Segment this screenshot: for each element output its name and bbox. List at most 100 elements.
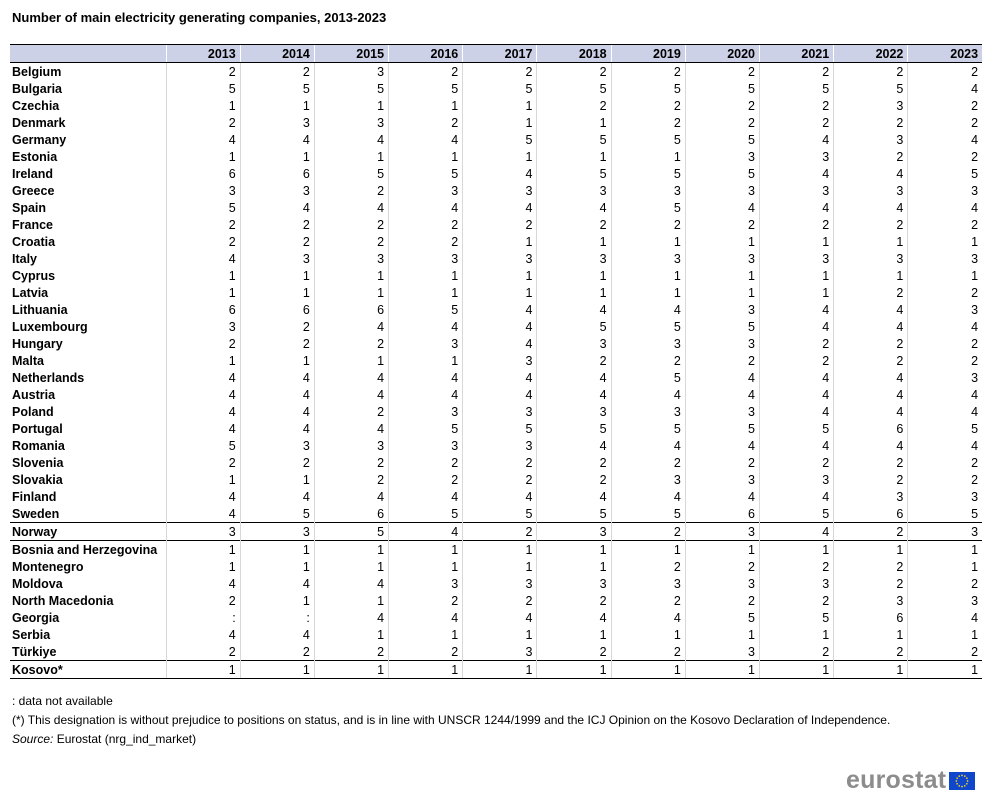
table-row: Bosnia and Herzegovina 1 1 1 1 1 1 1 1 1 1 1 <box>10 540 983 558</box>
value-cell: 1 <box>388 97 463 114</box>
column-header-2015: 2015 <box>313 44 389 63</box>
value-cell: 1 <box>684 284 760 301</box>
value-cell: 3 <box>165 318 241 335</box>
value-cell: 1 <box>684 626 760 643</box>
value-cell: 4 <box>165 403 241 420</box>
value-cell: 3 <box>684 522 760 541</box>
table-row: Czechia 1 1 1 1 1 2 2 2 2 3 2 <box>10 97 983 114</box>
value-cell: 5 <box>610 165 686 182</box>
value-cell: 1 <box>462 114 537 131</box>
value-cell: 6 <box>833 420 908 437</box>
value-cell: 2 <box>536 592 612 609</box>
value-cell: 2 <box>758 454 834 471</box>
value-cell: 4 <box>610 386 686 403</box>
value-cell: 1 <box>239 592 315 609</box>
table-row: Luxembourg 3 2 4 4 4 5 5 5 4 4 4 <box>10 318 983 335</box>
value-cell: 1 <box>536 148 612 165</box>
table-row: Romania 5 3 3 3 3 4 4 4 4 4 4 <box>10 437 983 454</box>
value-cell: 5 <box>388 420 463 437</box>
value-cell: 3 <box>833 131 908 148</box>
value-cell: 5 <box>536 505 612 523</box>
value-cell: 3 <box>536 250 612 267</box>
value-cell: 3 <box>165 182 241 199</box>
value-cell: 2 <box>610 454 686 471</box>
value-cell: 3 <box>907 488 983 505</box>
value-cell: 4 <box>758 301 834 318</box>
value-cell: 3 <box>758 250 834 267</box>
value-cell: 4 <box>907 437 983 454</box>
value-cell: 2 <box>388 233 463 250</box>
value-cell: 2 <box>462 454 537 471</box>
table-row: Spain 5 4 4 4 4 4 5 4 4 4 4 <box>10 199 983 216</box>
flag-star <box>966 782 968 785</box>
value-cell: 2 <box>165 643 241 661</box>
chart-title: Number of main electricity generating co… <box>12 10 387 25</box>
value-cell: 2 <box>165 454 241 471</box>
value-cell: 3 <box>239 250 315 267</box>
table-row: Germany 4 4 4 4 5 5 5 5 4 3 4 <box>10 131 983 148</box>
country-label: Georgia <box>12 610 60 625</box>
table-row: Montenegro 1 1 1 1 1 1 2 2 2 2 1 <box>10 558 983 575</box>
value-cell: 2 <box>907 62 983 80</box>
value-cell: 4 <box>462 488 537 505</box>
value-cell: 5 <box>165 437 241 454</box>
value-cell: 3 <box>313 437 389 454</box>
value-cell: 1 <box>165 660 241 679</box>
value-cell: 2 <box>684 62 760 80</box>
value-cell: 2 <box>610 216 686 233</box>
value-cell: 2 <box>239 318 315 335</box>
value-cell: 4 <box>165 386 241 403</box>
value-cell: 1 <box>536 284 612 301</box>
value-cell: 3 <box>462 250 537 267</box>
value-cell: 1 <box>462 233 537 250</box>
value-cell: 4 <box>610 301 686 318</box>
value-cell: 4 <box>610 609 686 626</box>
value-cell: 4 <box>165 250 241 267</box>
value-cell: 2 <box>907 335 983 352</box>
value-cell: 3 <box>610 471 686 488</box>
value-cell: 1 <box>313 660 389 679</box>
value-cell: 2 <box>907 284 983 301</box>
value-cell: 4 <box>536 488 612 505</box>
value-cell: 1 <box>239 267 315 284</box>
country-label: Bulgaria <box>12 81 63 96</box>
value-cell: 2 <box>684 592 760 609</box>
value-cell: 5 <box>907 165 983 182</box>
table-row: Moldova 4 4 4 3 3 3 3 3 3 2 2 <box>10 575 983 592</box>
value-cell: 1 <box>758 660 834 679</box>
value-cell: 1 <box>536 540 612 558</box>
value-cell: 4 <box>313 609 389 626</box>
value-cell: 4 <box>536 199 612 216</box>
value-cell: 5 <box>610 80 686 97</box>
eurostat-logo: eurostat <box>846 766 976 795</box>
value-cell: 1 <box>165 148 241 165</box>
value-cell: 2 <box>313 216 389 233</box>
country-label: Luxembourg <box>12 319 88 334</box>
value-cell: 1 <box>388 558 463 575</box>
value-cell: 5 <box>462 131 537 148</box>
value-cell: 5 <box>536 80 612 97</box>
country-label: Italy <box>12 251 38 266</box>
value-cell: 6 <box>239 165 315 182</box>
value-cell: 1 <box>239 352 315 369</box>
column-header-2014: 2014 <box>239 44 315 63</box>
value-cell: 1 <box>165 97 241 114</box>
value-cell: 4 <box>462 369 537 386</box>
country-label: Poland <box>12 404 54 419</box>
country-label: Romania <box>12 438 65 453</box>
value-cell: 2 <box>907 97 983 114</box>
value-cell: 1 <box>165 471 241 488</box>
flag-star <box>966 779 969 782</box>
country-label: Hungary <box>12 336 63 351</box>
country-label: North Macedonia <box>12 593 114 608</box>
table-row: Malta 1 1 1 1 3 2 2 2 2 2 2 <box>10 352 983 369</box>
value-cell: 2 <box>388 216 463 233</box>
value-cell: 1 <box>833 267 908 284</box>
value-cell: 5 <box>610 420 686 437</box>
value-cell: 3 <box>388 182 463 199</box>
table-row: Norway 3 3 5 4 2 3 2 3 4 2 3 <box>10 522 983 541</box>
value-cell: 1 <box>462 540 537 558</box>
value-cell: 1 <box>313 626 389 643</box>
value-cell: 4 <box>165 131 241 148</box>
country-label: Estonia <box>12 149 58 164</box>
